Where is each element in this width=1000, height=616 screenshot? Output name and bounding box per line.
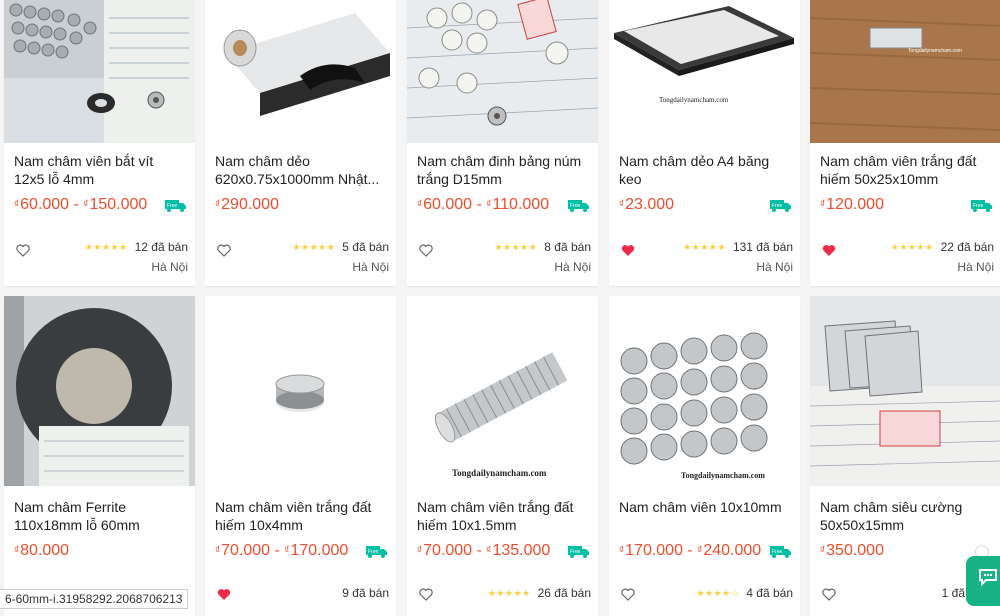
- product-name[interactable]: Nam châm dẻo 620x0.75x1000mm Nhật...: [215, 152, 387, 188]
- rating-stars-icon: ★★★★★: [494, 241, 538, 252]
- product-card[interactable]: Nam châm đinh bảng núm trắng D15mm ₫60.0…: [407, 0, 598, 286]
- product-name[interactable]: Nam châm viên trắng đất hiếm 10x4mm: [215, 498, 387, 534]
- rating-stars-icon: ★★★★★: [890, 241, 934, 252]
- svg-text:Free: Free: [772, 549, 783, 555]
- product-price: ₫70.000 - ₫170.000: [215, 542, 349, 559]
- product-card[interactable]: Nam châm viên bắt vít 12x5 lỗ 4mm ₫60.00…: [4, 0, 195, 286]
- product-name[interactable]: Nam châm viên bắt vít 12x5 lỗ 4mm: [14, 152, 186, 188]
- product-name[interactable]: Nam châm đinh bảng núm trắng D15mm: [417, 152, 589, 188]
- product-image[interactable]: Tongdailynamcham.com: [407, 296, 598, 486]
- product-name[interactable]: Nam châm siêu cường 50x50x15mm: [820, 498, 992, 534]
- free-shipping-icon: Free: [971, 200, 992, 212]
- svg-text:Tongdailynamcham.com: Tongdailynamcham.com: [659, 96, 729, 104]
- svg-text:Tongdailynamcham.com: Tongdailynamcham.com: [908, 48, 962, 54]
- product-price: ₫23.000: [619, 196, 675, 213]
- sold-info: ★★★★★ 12 đã bán: [84, 240, 188, 254]
- svg-text:Free: Free: [772, 203, 783, 209]
- product-price: ₫70.000 - ₫135.000: [417, 542, 551, 559]
- svg-text:Free: Free: [368, 549, 379, 555]
- sold-info: ★★★★★ 26 đã bán: [487, 586, 591, 600]
- favorite-heart-icon[interactable]: [419, 588, 433, 601]
- product-card[interactable]: Tongdailynamcham.com Nam châm viên trắng…: [407, 296, 598, 616]
- product-card[interactable]: Nam châm dẻo 620x0.75x1000mm Nhật... ₫29…: [205, 0, 396, 286]
- product-image[interactable]: [205, 296, 396, 486]
- product-card[interactable]: Nam châm viên trắng đất hiếm 10x4mm ₫70.…: [205, 296, 396, 616]
- status-bar-url: 6-60mm-i.31958292.2068706213: [0, 589, 189, 609]
- product-location: Hà Nội: [756, 260, 793, 274]
- product-price: ₫120.000: [820, 196, 884, 213]
- favorite-heart-icon[interactable]: [621, 244, 635, 257]
- product-image[interactable]: [205, 0, 396, 143]
- product-card[interactable]: Tongdailynamcham.com Nam châm viên 10x10…: [609, 296, 800, 616]
- rating-stars-icon: ★★★★★: [84, 241, 128, 252]
- favorite-heart-icon[interactable]: [217, 588, 231, 601]
- product-image[interactable]: Tongdailynamcham.com: [609, 296, 800, 486]
- favorite-heart-icon[interactable]: [822, 588, 836, 601]
- product-location: Hà Nội: [151, 260, 188, 274]
- sold-info: ★★★★★ 5 đã bán: [292, 240, 389, 254]
- product-image[interactable]: [4, 0, 195, 143]
- rating-stars-icon: ★★★★★: [683, 241, 726, 252]
- favorite-heart-icon[interactable]: [16, 244, 30, 257]
- product-location: Hà Nội: [957, 260, 994, 274]
- product-image[interactable]: [407, 0, 598, 143]
- rating-stars-icon: ★★★★☆: [696, 587, 740, 598]
- sold-info: 1 đã: [941, 586, 965, 600]
- free-shipping-icon: Free: [366, 546, 387, 558]
- chat-icon: [979, 569, 997, 586]
- product-name[interactable]: Nam châm dẻo A4 băng keo: [619, 152, 791, 188]
- favorite-heart-icon[interactable]: [217, 244, 231, 257]
- svg-text:Tongdailynamcham.com: Tongdailynamcham.com: [681, 471, 765, 480]
- product-price: ₫60.000 - ₫150.000: [14, 196, 148, 213]
- product-price: ₫60.000 - ₫110.000: [417, 196, 550, 213]
- svg-text:Tongdailynamcham.com: Tongdailynamcham.com: [452, 468, 547, 478]
- product-name[interactable]: Nam châm Ferrite 110x18mm lỗ 60mm: [14, 498, 186, 534]
- product-name[interactable]: Nam châm viên trắng đất hiếm 10x1.5mm: [417, 498, 589, 534]
- favorite-heart-icon[interactable]: [419, 244, 433, 257]
- free-shipping-icon: Free: [568, 200, 589, 212]
- rating-stars-icon: ★★★★★: [292, 241, 336, 252]
- product-image[interactable]: Tongdailynamcham.com: [609, 0, 800, 143]
- product-price: ₫350.000: [820, 542, 884, 559]
- svg-text:Free: Free: [570, 203, 581, 209]
- product-grid: Nam châm viên bắt vít 12x5 lỗ 4mm ₫60.00…: [0, 0, 1000, 616]
- product-price: ₫290.000: [215, 196, 279, 213]
- free-shipping-icon: Free: [568, 546, 589, 558]
- free-shipping-icon: Free: [770, 200, 791, 212]
- product-name[interactable]: Nam châm viên trắng đất hiếm 50x25x10mm: [820, 152, 992, 188]
- rating-stars-icon: ★★★★★: [487, 587, 531, 598]
- product-name[interactable]: Nam châm viên 10x10mm: [619, 498, 791, 534]
- sold-info: ★★★★★ 131 đã bán: [683, 240, 793, 254]
- sold-info: ★★★★★ 8 đã bán: [494, 240, 591, 254]
- product-price: ₫170.000 - ₫240.000: [619, 542, 762, 559]
- favorite-heart-icon[interactable]: [822, 244, 836, 257]
- product-price: ₫80.000: [14, 542, 70, 559]
- sold-info: ★★★★★ 22 đã bán: [890, 240, 994, 254]
- free-shipping-icon: Free: [165, 200, 186, 212]
- sold-info: 9 đã bán: [342, 586, 389, 600]
- product-card[interactable]: Tongdailynamcham.com Nam châm dẻo A4 băn…: [609, 0, 800, 286]
- product-image[interactable]: Tongdailynamcham.com: [810, 0, 1000, 143]
- svg-text:Free: Free: [973, 203, 984, 209]
- free-shipping-icon: Free: [770, 546, 791, 558]
- product-location: Hà Nội: [352, 260, 389, 274]
- product-location: Hà Nội: [554, 260, 591, 274]
- product-image[interactable]: [4, 296, 195, 486]
- sold-info: ★★★★☆ 4 đã bán: [696, 586, 793, 600]
- product-card[interactable]: Nam châm Ferrite 110x18mm lỗ 60mm ₫80.00…: [4, 296, 195, 616]
- product-card[interactable]: Tongdailynamcham.com Nam châm viên trắng…: [810, 0, 1000, 286]
- favorite-heart-icon[interactable]: [621, 588, 635, 601]
- svg-text:Free: Free: [167, 203, 178, 209]
- product-image[interactable]: [810, 296, 1000, 486]
- chat-button[interactable]: [966, 556, 1000, 606]
- svg-text:Free: Free: [570, 549, 581, 555]
